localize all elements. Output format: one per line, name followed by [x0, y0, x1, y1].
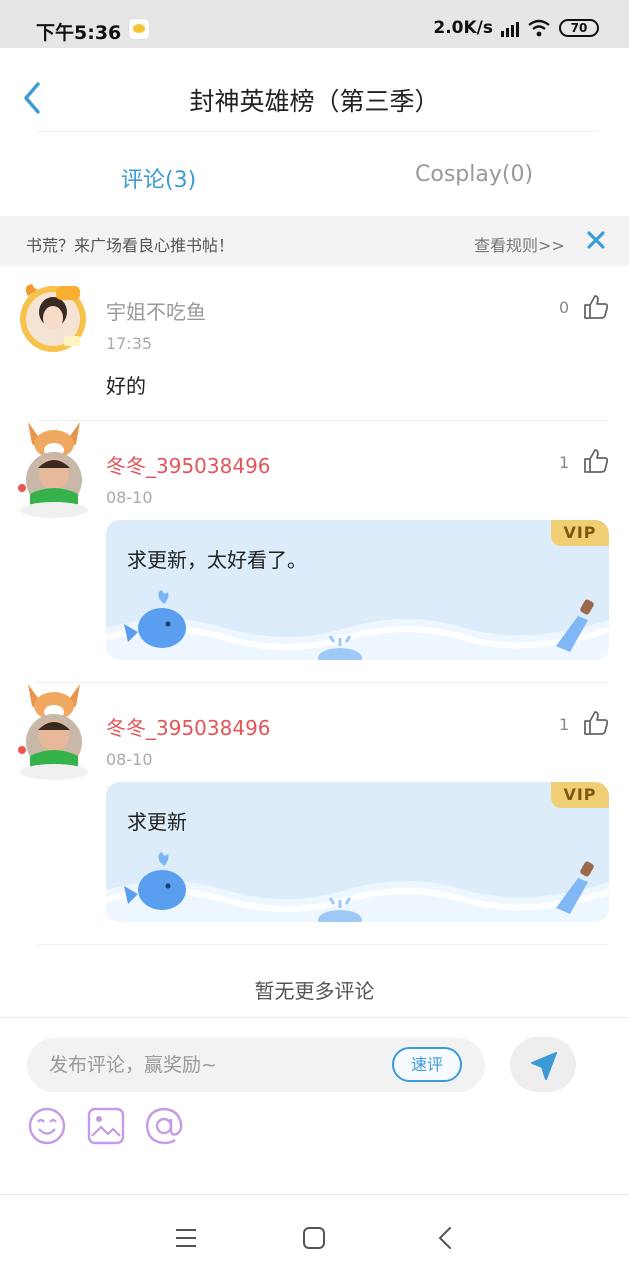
close-icon[interactable] [584, 228, 608, 252]
image-icon[interactable] [86, 1106, 126, 1146]
comment-time: 08-10 [106, 750, 153, 769]
wifi-icon [528, 19, 550, 37]
comment-username[interactable]: 冬冬_395038496 [106, 712, 271, 741]
system-nav-bar [0, 1196, 629, 1280]
network-speed: 2.0K/s [433, 18, 493, 38]
tab-bar: 评论(3) Cosplay(0) [0, 132, 629, 216]
view-rules-link[interactable]: 查看规则>> [474, 232, 565, 256]
vip-comment-card: VIP 求更新 [106, 782, 609, 922]
back-icon[interactable] [432, 1224, 460, 1252]
page-title: 封神英雄榜（第三季） [189, 87, 440, 116]
like-count: 1 [559, 715, 570, 734]
quick-review-button[interactable]: 速评 [392, 1047, 462, 1082]
vip-comment-card: VIP 求更新，太好看了。 [106, 520, 609, 660]
comment-text: 求更新，太好看了。 [127, 548, 307, 572]
tab-cosplay[interactable]: Cosplay(0) [415, 162, 533, 187]
comment-time: 08-10 [106, 488, 153, 507]
thumbs-up-icon[interactable] [582, 709, 610, 737]
comment-divider [36, 420, 609, 421]
menu-icon[interactable] [172, 1224, 200, 1252]
signal-icon [501, 19, 519, 37]
status-time: 下午5:36 [36, 22, 122, 44]
thumbs-up-icon[interactable] [582, 447, 610, 475]
home-icon[interactable] [300, 1224, 328, 1252]
vip-badge: VIP [551, 520, 609, 546]
user-avatar[interactable] [16, 680, 92, 780]
comment-composer: 速评 [0, 1017, 629, 1195]
comment-username[interactable]: 冬冬_395038496 [106, 450, 271, 479]
comment-time: 17:35 [106, 334, 153, 353]
tab-comments[interactable]: 评论(3) [121, 162, 196, 194]
comment-divider [36, 682, 609, 683]
comment-text: 求更新 [127, 810, 187, 834]
author-avatar[interactable] [18, 282, 88, 352]
whale-decoration [106, 852, 609, 922]
whale-decoration [106, 590, 609, 660]
status-indicators: 2.0K/s 70 [433, 18, 599, 38]
comment-text: 好的 [106, 374, 146, 398]
app-notification-icon [128, 18, 150, 40]
like-count: 1 [559, 453, 570, 472]
no-more-comments: 暂无更多评论 [254, 979, 375, 1003]
emoji-icon[interactable] [27, 1106, 67, 1146]
send-button[interactable] [510, 1037, 576, 1092]
header: 封神英雄榜（第三季） [0, 48, 629, 132]
notice-text: 书荒？来广场看良心推书帖！ [26, 236, 235, 255]
notice-bar: 书荒？来广场看良心推书帖！ 查看规则>> [0, 216, 629, 266]
status-bar: 下午5:36 2.0K/s 70 [0, 0, 629, 48]
battery-icon: 70 [559, 19, 599, 37]
like-count: 0 [559, 298, 570, 317]
comment-username[interactable]: 宇姐不吃鱼 [106, 296, 206, 325]
user-avatar[interactable] [16, 418, 92, 518]
mention-icon[interactable] [144, 1106, 184, 1146]
thumbs-up-icon[interactable] [582, 293, 610, 321]
comment-divider [36, 944, 609, 945]
vip-badge: VIP [551, 782, 609, 808]
